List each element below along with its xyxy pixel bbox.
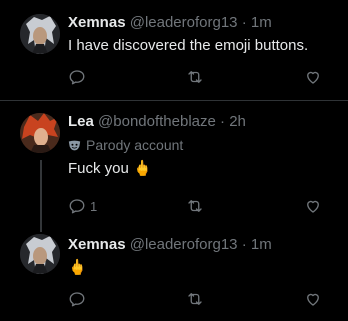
separator: · (241, 14, 247, 31)
reply-icon (69, 292, 85, 307)
tweet[interactable]: Xemnas @leaderoforg13 · 1m 🖕 (0, 221, 348, 321)
timestamp[interactable]: 1m (251, 14, 272, 31)
reply-count: 1 (90, 198, 98, 214)
handle[interactable]: @leaderoforg13 (130, 14, 238, 31)
reply-icon (69, 199, 85, 214)
avatar[interactable] (20, 234, 60, 274)
middle-finger-emoji: 🖕 (68, 259, 87, 276)
like-icon (307, 200, 319, 213)
middle-finger-emoji: 🖕 (133, 160, 152, 177)
timestamp[interactable]: 2h (229, 113, 246, 130)
reply-icon (69, 70, 85, 85)
reply-button[interactable]: 1 (68, 196, 97, 216)
tweet-actions (68, 67, 322, 87)
like-button[interactable] (304, 67, 322, 87)
like-button[interactable] (304, 289, 322, 309)
tweet[interactable]: Lea @bondoftheblaze · 2h Parody account … (0, 101, 348, 232)
handle[interactable]: @leaderoforg13 (130, 236, 238, 253)
like-icon (307, 71, 319, 84)
retweet-icon (188, 293, 202, 305)
display-name[interactable]: Xemnas (68, 236, 126, 253)
tweet-actions: 1 (68, 196, 322, 216)
retweet-button[interactable] (186, 289, 204, 309)
tweet-header: Lea @bondoftheblaze · 2h (68, 113, 246, 131)
tweet-header: Xemnas @leaderoforg13 · 1m (68, 236, 272, 254)
avatar[interactable] (20, 113, 60, 153)
parody-mask-icon (68, 140, 81, 150)
reply-button[interactable] (68, 289, 90, 309)
tweet-actions (68, 289, 322, 309)
separator: · (220, 113, 226, 130)
tweet-text: I have discovered the emoji buttons. (68, 37, 309, 54)
like-icon (307, 293, 319, 306)
like-button[interactable] (304, 196, 322, 216)
display-name[interactable]: Lea (68, 113, 94, 130)
tweet[interactable]: Xemnas @leaderoforg13 · 1m I have discov… (0, 0, 348, 100)
tweet-text-body: Fuck you (68, 160, 129, 177)
display-name[interactable]: Xemnas (68, 14, 126, 31)
parody-label: Parody account (68, 136, 183, 154)
retweet-button[interactable] (186, 196, 204, 216)
avatar[interactable] (20, 14, 60, 54)
retweet-button[interactable] (186, 67, 204, 87)
reply-button[interactable] (68, 67, 90, 87)
retweet-icon (188, 200, 202, 212)
tweet-header: Xemnas @leaderoforg13 · 1m (68, 14, 272, 32)
timestamp[interactable]: 1m (251, 236, 272, 253)
separator: · (241, 236, 247, 253)
handle[interactable]: @bondoftheblaze (98, 113, 216, 130)
parody-text: Parody account (86, 137, 184, 153)
tweet-text: 🖕 (68, 258, 87, 278)
retweet-icon (188, 71, 202, 83)
tweet-text: Fuck you 🖕 (68, 159, 152, 179)
